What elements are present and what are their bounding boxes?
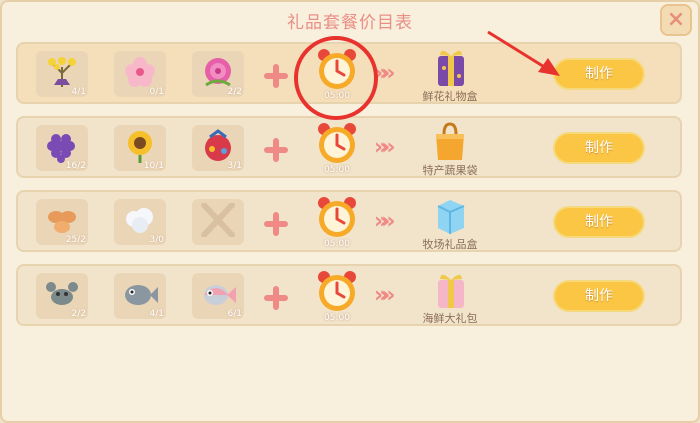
gift-package-price-window: 礼品套餐价目表 × 4/1 0/1 2/2 05:00 »» 鲜花礼物盒 制作 … [0, 0, 700, 423]
ingredient-qty: 4/1 [71, 87, 86, 97]
gift-name: 鲜花礼物盒 [422, 90, 478, 103]
wool-icon: 3/0 [114, 199, 166, 245]
make-button[interactable]: 制作 [553, 280, 645, 312]
make-button[interactable]: 制作 [553, 132, 645, 164]
double-chevron-icon: »» [374, 283, 396, 308]
plus-icon [264, 138, 288, 162]
ingredient-qty: 6/1 [227, 309, 242, 319]
mimosa-flower-icon: 4/1 [36, 51, 88, 97]
double-chevron-icon: »» [374, 135, 396, 160]
recipe-row: 2/2 4/1 6/1 05:00 »» 海鲜大礼包 制作 [16, 264, 682, 326]
ingredient-qty: 4/1 [149, 309, 164, 319]
eggs-icon: 25/2 [36, 199, 88, 245]
berry-pouch-icon: 3/1 [192, 125, 244, 171]
make-button[interactable]: 制作 [553, 206, 645, 238]
plus-icon [264, 286, 288, 310]
gift-name: 特产蔬果袋 [422, 164, 478, 177]
ingredient-qty: 2/2 [71, 309, 86, 319]
gray-fish-icon: 4/1 [114, 273, 166, 319]
orange-bag-icon [426, 120, 474, 162]
craft-time: 05:00 [324, 165, 350, 175]
ingredient-qty: 10/1 [143, 161, 164, 171]
window-title: 礼品套餐价目表 [287, 13, 413, 33]
ingredient-qty: 2/2 [227, 87, 242, 97]
plus-icon [264, 212, 288, 236]
gift-name: 海鲜大礼包 [422, 312, 478, 325]
gift-name: 牧场礼品盒 [422, 238, 478, 251]
ice-cube-box-icon [426, 194, 474, 236]
grapes-icon: 16/2 [36, 125, 88, 171]
crab-icon: 2/2 [36, 273, 88, 319]
pink-fish-icon: 6/1 [192, 273, 244, 319]
craft-time: 05:00 [324, 239, 350, 249]
ingredient-qty: 3/0 [149, 235, 164, 245]
pointer-arrow-annotation [487, 30, 560, 76]
plus-icon [264, 64, 288, 88]
pink-gift-box-icon [426, 268, 474, 310]
alarm-clock-icon: 05:00 [312, 269, 362, 323]
double-chevron-icon: »» [374, 209, 396, 234]
rose-icon: 2/2 [192, 51, 244, 97]
alarm-clock-icon: 05:00 [312, 121, 362, 175]
sunflower-icon: 10/1 [114, 125, 166, 171]
craft-time: 05:00 [324, 313, 350, 323]
empty-slot-x-icon [192, 199, 244, 245]
close-icon[interactable]: × [660, 4, 692, 36]
ingredient-qty: 25/2 [65, 235, 86, 245]
ingredient-qty: 16/2 [65, 161, 86, 171]
ingredient-qty: 3/1 [227, 161, 242, 171]
alarm-clock-icon: 05:00 [312, 195, 362, 249]
pink-flower-icon: 0/1 [114, 51, 166, 97]
purple-gift-box-icon [426, 46, 474, 88]
recipe-row: 25/2 3/0 05:00 »» 牧场礼品盒 制作 [16, 190, 682, 252]
highlight-circle-annotation [294, 36, 378, 120]
recipe-row: 16/2 10/1 3/1 05:00 »» 特产蔬果袋 制作 [16, 116, 682, 178]
ingredient-qty: 0/1 [149, 87, 164, 97]
